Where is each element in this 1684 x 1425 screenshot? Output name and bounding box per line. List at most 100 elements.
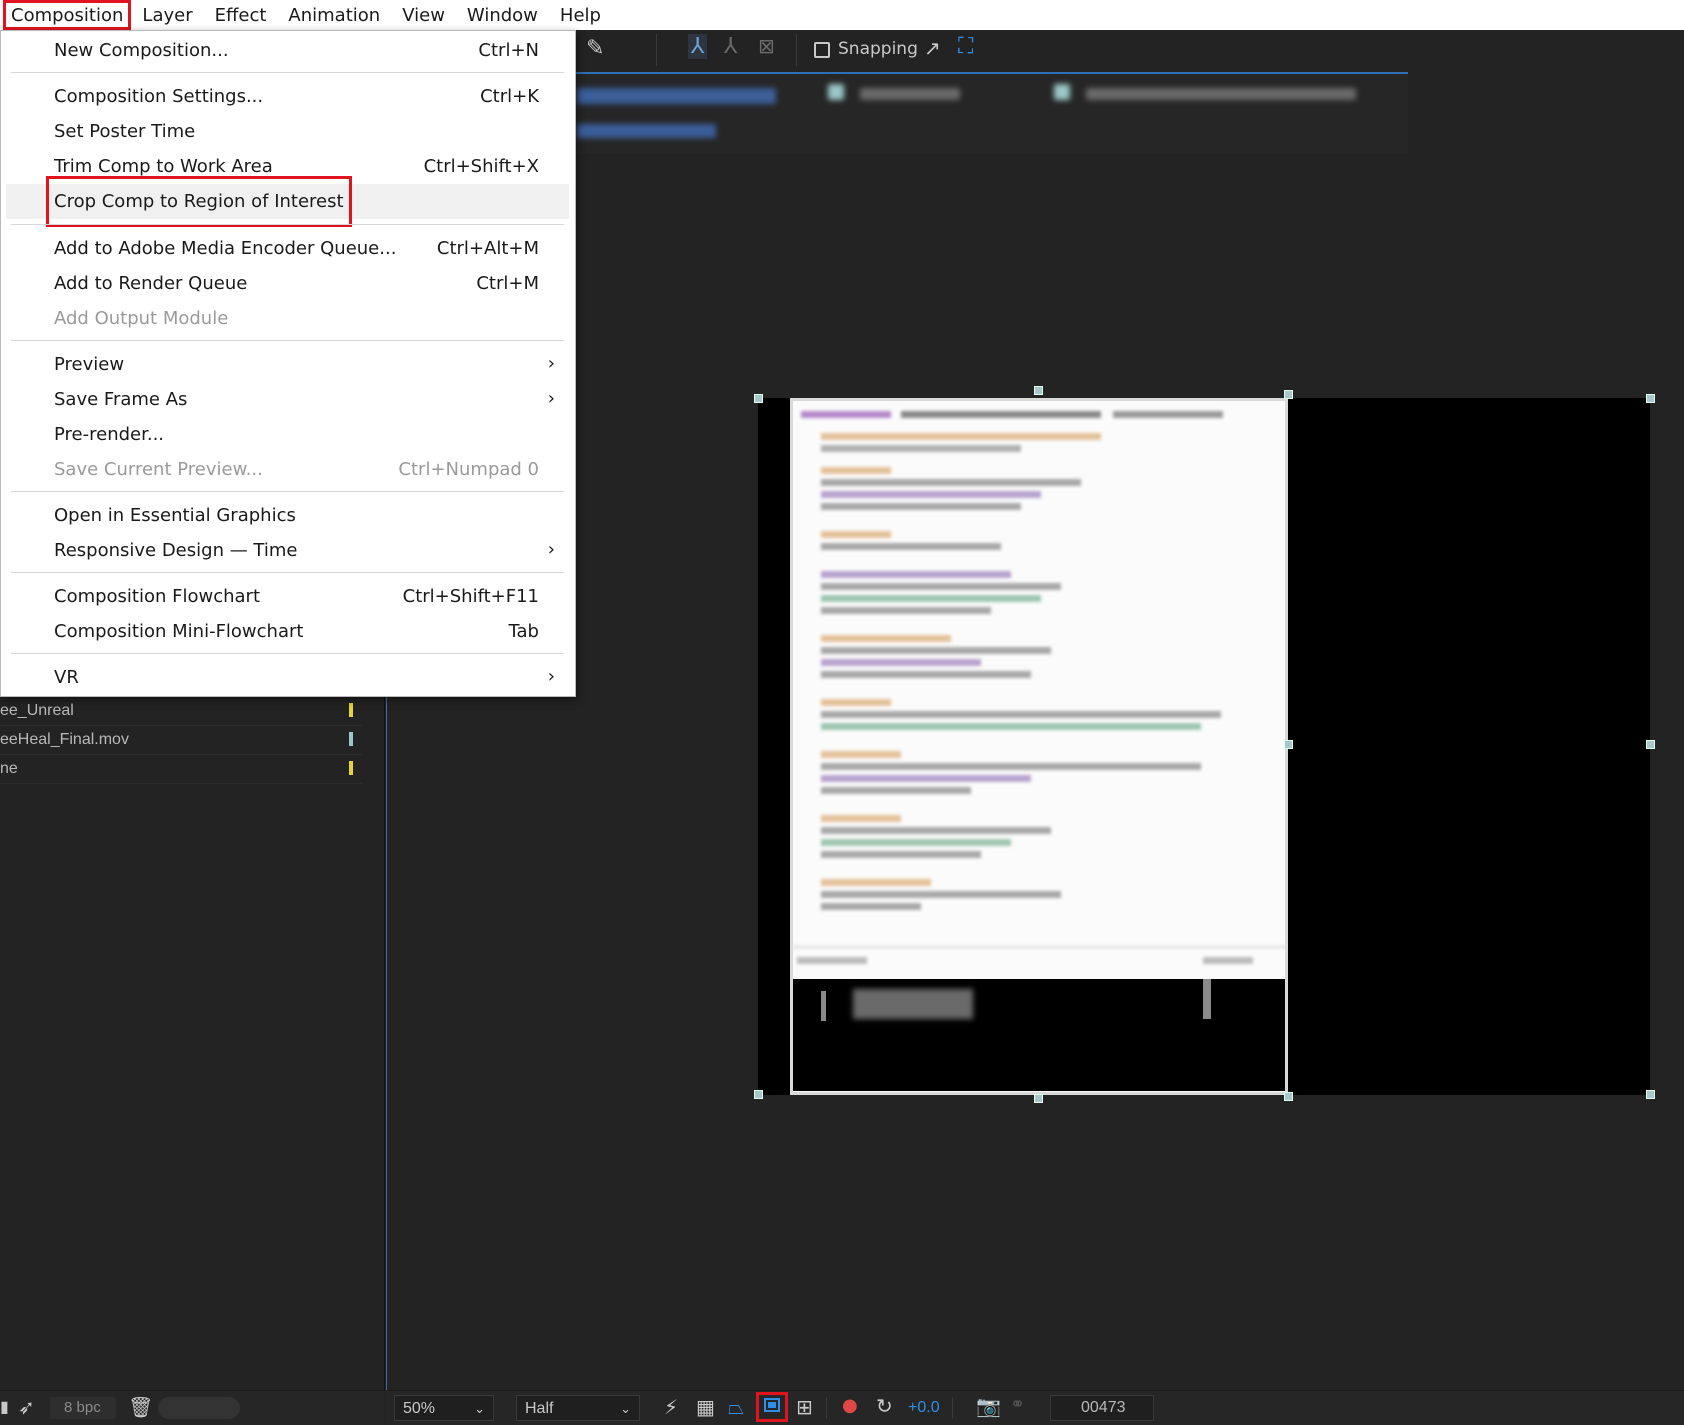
menu-item-pre-render[interactable]: Pre-render... bbox=[6, 417, 569, 452]
transparency-grid-icon[interactable]: ▦ bbox=[696, 1395, 715, 1419]
project-item[interactable]: eeHeal_Final.mov bbox=[0, 726, 362, 755]
project-item[interactable]: ne bbox=[0, 755, 362, 784]
blurred-tab-subtitle bbox=[576, 124, 716, 138]
menu-item-responsive-design-time[interactable]: Responsive Design — Time › bbox=[6, 533, 569, 568]
menu-item-composition-settings[interactable]: Composition Settings... Ctrl+K bbox=[6, 79, 569, 114]
menu-item-shortcut: Ctrl+M bbox=[476, 273, 539, 294]
axis-view-icon[interactable]: ⊠ bbox=[758, 34, 775, 58]
menu-item-shortcut: Ctrl+Shift+X bbox=[423, 156, 539, 177]
menu-item-label: Set Poster Time bbox=[54, 121, 196, 142]
menu-item-label: Crop Comp to Region of Interest bbox=[46, 176, 352, 227]
roi-handle-top-right[interactable] bbox=[1284, 390, 1293, 399]
menu-item-label: VR bbox=[54, 667, 79, 688]
menu-item-label: Responsive Design — Time bbox=[54, 540, 298, 561]
project-item[interactable]: ee_Unreal bbox=[0, 697, 362, 726]
submenu-arrow-icon: › bbox=[547, 353, 555, 374]
pin-icon[interactable]: ✎ bbox=[586, 36, 604, 61]
divider bbox=[952, 1397, 953, 1419]
roi-handle-bottom-right[interactable] bbox=[1284, 1092, 1293, 1101]
blurred-text bbox=[821, 571, 1011, 578]
snapping-checkbox[interactable] bbox=[814, 42, 830, 58]
blurred-text bbox=[821, 763, 1201, 770]
roi-handle-bottom-mid[interactable] bbox=[1034, 1094, 1043, 1103]
label-color-tag bbox=[349, 732, 353, 746]
mask-path-icon[interactable]: ⏢ bbox=[728, 1395, 744, 1419]
blurred-text bbox=[821, 903, 921, 910]
exposure-value[interactable]: +0.0 bbox=[908, 1399, 940, 1417]
camera-icon[interactable]: 📷 bbox=[976, 1394, 1001, 1418]
blurred-text bbox=[821, 671, 1031, 678]
menu-item-add-to-media-encoder[interactable]: Add to Adobe Media Encoder Queue... Ctrl… bbox=[6, 231, 569, 266]
reset-exposure-icon[interactable]: ↻ bbox=[876, 1394, 893, 1418]
blurred-layer-icon bbox=[828, 84, 844, 100]
trash-icon[interactable]: 🗑 bbox=[128, 1395, 153, 1419]
menu-animation[interactable]: Animation bbox=[277, 0, 391, 30]
layer-handle-bottom-right[interactable] bbox=[1646, 1090, 1655, 1099]
viewer-tabs bbox=[576, 72, 1408, 154]
snap-expand-icon[interactable]: ↗ bbox=[924, 36, 941, 60]
project-item-name: ee_Unreal bbox=[0, 702, 74, 719]
fast-preview-icon[interactable]: ⚡ bbox=[664, 1395, 678, 1419]
menu-composition[interactable]: Composition bbox=[3, 0, 132, 30]
snap-target-icon[interactable]: ⛶ bbox=[958, 34, 973, 59]
grid-guides-icon[interactable]: ⊞ bbox=[796, 1395, 813, 1419]
doc-footer-mark bbox=[1203, 979, 1211, 1019]
resolution-dropdown[interactable]: Half ⌄ bbox=[516, 1395, 640, 1421]
layer-handle-top-right[interactable] bbox=[1646, 394, 1655, 403]
layer-handle-right-mid[interactable] bbox=[1646, 740, 1655, 749]
blurred-text bbox=[821, 433, 1101, 440]
show-snapshot-icon[interactable]: ⚭ bbox=[1010, 1394, 1025, 1415]
menu-separator bbox=[11, 72, 564, 73]
blurred-text bbox=[1113, 411, 1223, 418]
axis-world-icon[interactable]: ⅄ bbox=[724, 34, 737, 59]
menu-item-add-to-render-queue[interactable]: Add to Render Queue Ctrl+M bbox=[6, 266, 569, 301]
search-pill[interactable] bbox=[158, 1397, 240, 1419]
axis-local-icon[interactable]: ⅄ bbox=[688, 34, 708, 59]
menu-item-new-composition[interactable]: New Composition... Ctrl+N bbox=[6, 33, 569, 68]
menu-layer[interactable]: Layer bbox=[131, 0, 203, 30]
menu-item-shortcut: Ctrl+Alt+M bbox=[436, 238, 539, 259]
menu-item-save-frame-as[interactable]: Save Frame As › bbox=[6, 382, 569, 417]
blurred-text bbox=[901, 411, 1101, 418]
bit-depth-button[interactable]: 8 bpc bbox=[50, 1397, 116, 1419]
menu-item-composition-mini-flowchart[interactable]: Composition Mini-Flowchart Tab bbox=[6, 614, 569, 649]
project-panel-footer: ▮ ➶ 8 bpc 🗑 bbox=[0, 1390, 384, 1425]
menu-bar: Composition Layer Effect Animation View … bbox=[0, 0, 1684, 31]
flowchart-icon[interactable]: ▮ bbox=[0, 1397, 9, 1416]
menu-item-set-poster-time[interactable]: Set Poster Time bbox=[6, 114, 569, 149]
divider bbox=[796, 34, 797, 66]
menu-item-add-output-module: Add Output Module bbox=[6, 301, 569, 336]
menu-effect[interactable]: Effect bbox=[204, 0, 278, 30]
menu-item-label: Add to Render Queue bbox=[54, 273, 248, 294]
blurred-text bbox=[821, 647, 1051, 654]
region-of-interest-button[interactable] bbox=[756, 1392, 788, 1422]
menu-view[interactable]: View bbox=[391, 0, 456, 30]
menu-window[interactable]: Window bbox=[456, 0, 549, 30]
menu-item-crop-comp-to-roi[interactable]: Crop Comp to Region of Interest bbox=[6, 176, 569, 227]
menu-item-preview[interactable]: Preview › bbox=[6, 347, 569, 382]
roi-handle-bottom-left[interactable] bbox=[754, 1090, 763, 1099]
blurred-text bbox=[821, 467, 891, 474]
timecode-field[interactable]: 00473 bbox=[1050, 1395, 1154, 1421]
menu-item-trim-comp[interactable]: Trim Comp to Work Area Ctrl+Shift+X bbox=[6, 149, 569, 184]
menu-item-save-current-preview: Save Current Preview... Ctrl+Numpad 0 bbox=[6, 452, 569, 487]
zoom-dropdown[interactable]: 50% ⌄ bbox=[394, 1395, 494, 1421]
menu-item-composition-flowchart[interactable]: Composition Flowchart Ctrl+Shift+F11 bbox=[6, 579, 569, 614]
roi-handle-top-left[interactable] bbox=[754, 394, 763, 403]
roi-handle-top-mid[interactable] bbox=[1034, 386, 1043, 395]
doc-footer-mark bbox=[821, 991, 826, 1021]
menu-help[interactable]: Help bbox=[549, 0, 612, 30]
color-channels-icon[interactable]: ● bbox=[842, 1395, 858, 1416]
roi-handle-right-mid[interactable] bbox=[1284, 740, 1293, 749]
blurred-footage-icon bbox=[1054, 84, 1070, 100]
blurred-text bbox=[821, 711, 1221, 718]
menu-item-shortcut: Ctrl+Shift+F11 bbox=[402, 586, 539, 607]
blurred-text bbox=[801, 411, 891, 418]
menu-item-open-in-essential-graphics[interactable]: Open in Essential Graphics bbox=[6, 498, 569, 533]
menu-item-label: Add to Adobe Media Encoder Queue... bbox=[54, 238, 397, 259]
blurred-text bbox=[821, 751, 901, 758]
render-icon[interactable]: ➶ bbox=[18, 1395, 35, 1419]
menu-item-vr[interactable]: VR › bbox=[6, 660, 569, 695]
menu-item-label: Save Current Preview... bbox=[54, 459, 263, 480]
footage-layer[interactable] bbox=[790, 398, 1288, 1095]
